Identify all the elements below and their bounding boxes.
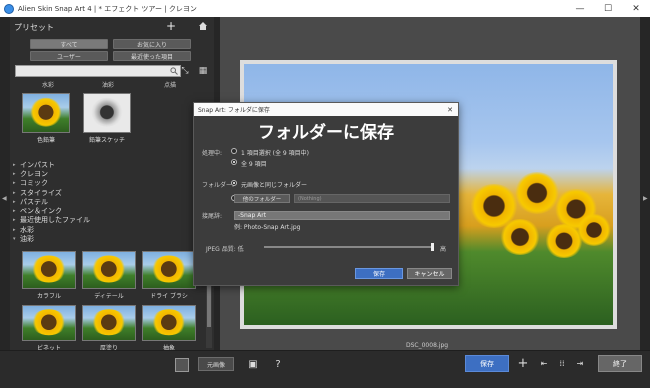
preset-thumb[interactable]: [82, 251, 136, 289]
collapse-right-icon[interactable]: ▶: [643, 195, 648, 202]
filter-favorites-button[interactable]: お気に入り: [113, 39, 191, 49]
dialog-close-icon[interactable]: ✕: [447, 106, 453, 114]
grid-icon[interactable]: ⁞⁞: [556, 356, 568, 370]
original-image-button[interactable]: 元画像: [198, 357, 234, 371]
end-button[interactable]: 終了: [598, 355, 642, 372]
preset-header: プリセット +: [10, 17, 214, 37]
compare-toggle-icon[interactable]: [175, 358, 189, 372]
close-window-button[interactable]: ✕: [622, 0, 650, 17]
dialog-save-button[interactable]: 保存: [355, 268, 403, 279]
category-pencil-label[interactable]: 油彩: [102, 80, 114, 89]
filter-recent-button[interactable]: 最近使った項目: [113, 51, 191, 61]
jpeg-quality-label: JPEG 品質: 低: [206, 246, 244, 253]
jpeg-quality-high: 高: [440, 246, 447, 253]
tree-item[interactable]: ▸ コミック: [10, 179, 214, 188]
preset-title: プリセット: [14, 22, 54, 32]
preset-thumb[interactable]: [142, 305, 196, 341]
process-selected-label: 1 項目選択 (全 9 項目中): [241, 150, 309, 157]
tree-item[interactable]: ▸ クレヨン: [10, 169, 214, 178]
window-titlebar: Alien Skin Snap Art 4 | * エフェクト ツアー | クレ…: [0, 0, 650, 17]
grid-view-icon[interactable]: ▦: [197, 65, 209, 77]
process-selected-radio[interactable]: [231, 148, 237, 154]
preset-thumb-label: 鉛筆スケッチ: [88, 137, 125, 144]
save-to-folder-dialog: Snap Art: フォルダに保存 ✕ フォルダーに保存 処理中: 1 項目選択…: [193, 102, 459, 286]
arrow-left-icon[interactable]: ⇤: [538, 356, 550, 370]
folder-label: フォルダー:: [202, 182, 235, 189]
filter-all-button[interactable]: すべて: [30, 39, 108, 49]
suffix-example: 例: Photo-Snap Art.jpg: [234, 224, 301, 231]
preset-thumb[interactable]: [22, 251, 76, 289]
category-labels: 水彩 油彩 点描: [10, 79, 214, 89]
filter-user-button[interactable]: ユーザー: [30, 51, 108, 61]
right-collapse-strip[interactable]: ▶: [640, 17, 650, 350]
app-logo-icon: [4, 3, 14, 14]
suffix-label: 接尾辞:: [202, 213, 223, 220]
tree-item[interactable]: ▸ 最近使用したファイル: [10, 216, 214, 225]
jpeg-quality-knob[interactable]: [431, 243, 434, 251]
process-all-radio[interactable]: [231, 159, 237, 165]
search-icon: [170, 67, 178, 75]
maximize-button[interactable]: ☐: [594, 0, 622, 17]
image-filename: DSC_0008.jpg: [406, 342, 449, 349]
preset-thumb-label: 色鉛筆: [36, 137, 55, 144]
tree-item[interactable]: ▸ ペン＆インク: [10, 206, 214, 215]
preset-thumb[interactable]: [22, 93, 70, 133]
preset-sidebar: プリセット + すべて お気に入り ユーザー 最近使った項目 ⤡ ▦ 水彩 油彩…: [10, 17, 214, 352]
preset-thumb[interactable]: [82, 305, 136, 341]
collapse-left-icon[interactable]: ◀: [2, 195, 7, 202]
folder-path-field[interactable]: (Nothing): [294, 194, 450, 203]
tree-item[interactable]: ▸ インパスト: [10, 160, 214, 169]
preset-thumb[interactable]: [22, 305, 76, 341]
preset-thumb[interactable]: [142, 251, 196, 289]
arrow-right-icon[interactable]: ⇥: [574, 356, 586, 370]
bottom-toolbar: [0, 350, 650, 388]
tree-item[interactable]: ▸ パステル: [10, 197, 214, 206]
window-controls: — ☐ ✕: [566, 0, 650, 17]
tree-item-expanded[interactable]: ▾ 油彩: [10, 234, 214, 243]
process-all-label: 全 9 項目: [241, 161, 267, 168]
same-folder-label: 元画像と同じフォルダー: [241, 182, 308, 189]
minimize-button[interactable]: —: [566, 0, 594, 17]
preset-thumb-label: ドライ ブラシ: [150, 293, 188, 300]
same-folder-radio[interactable]: [231, 180, 237, 186]
jpeg-quality-slider[interactable]: [264, 246, 434, 248]
tree-item[interactable]: ▸ 水彩: [10, 225, 214, 234]
dialog-cancel-button[interactable]: キャンセル: [407, 268, 452, 279]
category-pointillism-label[interactable]: 点描: [164, 80, 176, 89]
preset-category-tree: ▸ インパスト ▸ クレヨン ▸ コミック ▸ スタイライズ ▸ パステル ▸ ペン＆インク…: [10, 160, 214, 244]
preset-thumb[interactable]: [83, 93, 131, 133]
suffix-input[interactable]: -Snap Art: [234, 211, 450, 220]
add-preset-icon[interactable]: +: [166, 19, 176, 33]
add-icon[interactable]: +: [516, 356, 530, 371]
split-view-icon[interactable]: ▣: [246, 357, 260, 371]
help-icon[interactable]: ?: [268, 356, 288, 372]
dialog-titlebar: Snap Art: フォルダに保存 ✕: [194, 103, 458, 116]
dialog-heading: フォルダーに保存: [258, 123, 394, 143]
preset-search-input[interactable]: [15, 65, 181, 77]
left-collapse-strip[interactable]: ◀: [0, 17, 10, 350]
dialog-title: Snap Art: フォルダに保存: [198, 107, 270, 114]
category-watercolor-label[interactable]: 水彩: [42, 80, 54, 89]
home-icon[interactable]: [198, 21, 208, 31]
other-folder-button[interactable]: 他のフォルダー: [234, 194, 290, 203]
collapse-all-icon[interactable]: ⤡: [179, 65, 191, 77]
process-label: 処理中:: [202, 150, 223, 157]
tree-item[interactable]: ▸ スタイライズ: [10, 188, 214, 197]
window-title: Alien Skin Snap Art 4 | * エフェクト ツアー | クレ…: [18, 4, 197, 13]
save-button[interactable]: 保存: [465, 355, 509, 372]
